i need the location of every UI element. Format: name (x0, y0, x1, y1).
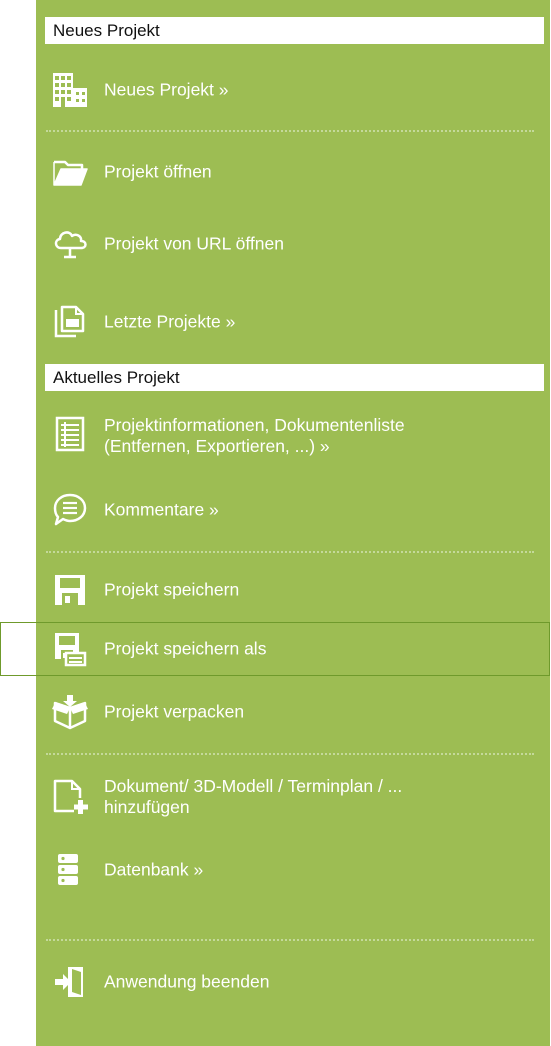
separator (46, 130, 534, 132)
menu-item-label: Projekt von URL öffnen (104, 233, 284, 254)
save-icon (52, 572, 88, 608)
menu-item-label: Projektinformationen, Dokumentenliste (E… (104, 415, 534, 457)
menu-item-pack[interactable]: Projekt verpacken (46, 690, 536, 734)
add-document-icon (52, 778, 88, 814)
document-list-icon (52, 416, 88, 452)
label-line-1: Projektinformationen, Dokumentenliste (104, 415, 405, 435)
separator (46, 939, 534, 941)
recent-files-icon (52, 304, 88, 340)
label-line-1: Dokument/ 3D-Modell / Terminplan / ... (104, 776, 403, 796)
section-header-current-project: Aktuelles Projekt (45, 364, 544, 391)
menu-item-recent-projects[interactable]: Letzte Projekte » (46, 300, 536, 344)
menu-item-project-info[interactable]: Projektinformationen, Dokumentenliste (E… (46, 410, 536, 462)
database-icon (52, 852, 88, 888)
menu-item-label: Projekt verpacken (104, 701, 245, 722)
menu-item-add-document[interactable]: Dokument/ 3D-Modell / Terminplan / ... h… (46, 770, 536, 824)
section-header-new-project: Neues Projekt (45, 17, 544, 44)
separator (46, 753, 534, 755)
menu-item-label: Letzte Projekte » (104, 311, 236, 332)
menu-item-label: Datenbank » (104, 859, 204, 880)
menu-item-label: Dokument/ 3D-Modell / Terminplan / ... h… (104, 776, 534, 818)
exit-icon (52, 964, 88, 1000)
menu-item-new-project[interactable]: Neues Projekt » (46, 70, 536, 110)
cloud-icon (52, 226, 88, 262)
menu-item-open-project[interactable]: Projekt öffnen (46, 152, 536, 192)
label-line-2: hinzufügen (104, 797, 190, 817)
menu-item-save-as[interactable]: Projekt speichern als (46, 627, 536, 671)
menu-item-exit[interactable]: Anwendung beenden (46, 960, 536, 1004)
save-as-icon (52, 631, 88, 667)
menu-item-label: Kommentare » (104, 499, 219, 520)
comment-icon (52, 492, 88, 528)
menu-item-database[interactable]: Datenbank » (46, 848, 536, 892)
menu-item-label: Projekt speichern als (104, 638, 267, 659)
menu-item-label: Neues Projekt » (104, 79, 229, 100)
menu-item-open-from-url[interactable]: Projekt von URL öffnen (46, 222, 536, 266)
menu-item-label: Projekt speichern (104, 579, 240, 600)
menu-item-save[interactable]: Projekt speichern (46, 568, 536, 612)
folder-open-icon (52, 154, 88, 190)
label-line-2: (Entfernen, Exportieren, ...) » (104, 436, 330, 456)
package-icon (52, 694, 88, 730)
menu-item-label: Projekt öffnen (104, 161, 212, 182)
separator (46, 551, 534, 553)
menu-item-label: Anwendung beenden (104, 971, 270, 992)
building-icon (52, 72, 88, 108)
menu-item-comments[interactable]: Kommentare » (46, 488, 536, 532)
